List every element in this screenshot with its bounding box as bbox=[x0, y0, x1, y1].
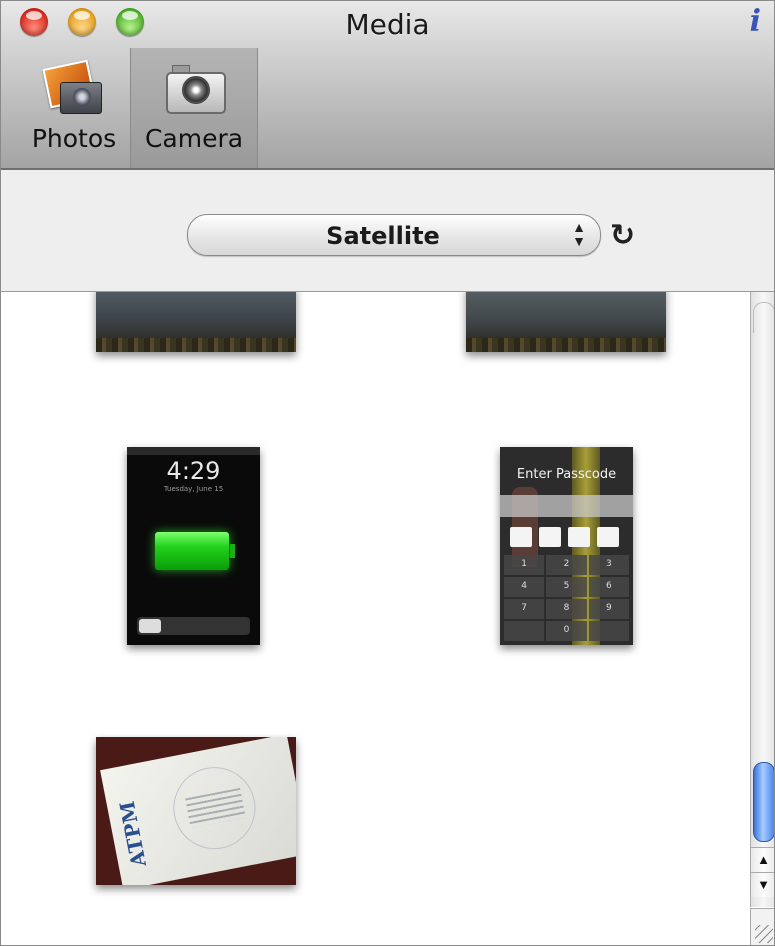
source-popup[interactable]: Satellite ▲ ▼ bbox=[187, 214, 601, 256]
camera-icon bbox=[162, 62, 226, 114]
keypad-key: 2 bbox=[546, 555, 587, 575]
updown-icon: ▲ ▼ bbox=[572, 219, 586, 249]
keypad-key: 9 bbox=[588, 599, 629, 619]
media-grid: 4:29 Tuesday, June 15 Enter Passcode 1 2… bbox=[6, 292, 750, 942]
media-window: Media i Photos Camera Satellite ▲ ▼ ↻ 4:… bbox=[0, 0, 775, 946]
refresh-icon[interactable]: ↻ bbox=[610, 218, 635, 253]
scroll-down-arrow-icon[interactable]: ▼ bbox=[751, 872, 775, 897]
keypad-key: 4 bbox=[504, 577, 545, 597]
thumbnail-business-card[interactable]: ATPM bbox=[96, 737, 296, 885]
source-filter-bar: Satellite ▲ ▼ ↻ bbox=[0, 170, 775, 292]
slide-to-unlock bbox=[137, 617, 250, 635]
source-popup-value: Satellite bbox=[326, 222, 440, 250]
title-toolbar: Media i Photos Camera bbox=[0, 0, 775, 170]
keypad-key bbox=[588, 621, 629, 641]
passcode-title: Enter Passcode bbox=[516, 467, 617, 482]
lock-screen-time: 4:29 bbox=[166, 457, 221, 485]
battery-icon bbox=[155, 532, 235, 570]
keypad-key: 0 bbox=[546, 621, 587, 641]
keypad-key: 7 bbox=[504, 599, 545, 619]
lock-screen-date: Tuesday, June 15 bbox=[163, 485, 224, 493]
keypad-key: 6 bbox=[588, 577, 629, 597]
keypad-key bbox=[504, 621, 545, 641]
window-title: Media bbox=[345, 8, 430, 41]
keypad-key: 3 bbox=[588, 555, 629, 575]
scroll-thumb[interactable] bbox=[753, 762, 775, 842]
thumbnail-landscape-1[interactable] bbox=[96, 292, 296, 352]
resize-grip-icon[interactable] bbox=[750, 908, 775, 946]
thumbnail-lock-screen[interactable]: 4:29 Tuesday, June 15 bbox=[127, 447, 260, 645]
toolbar-camera-button[interactable]: Camera bbox=[130, 48, 258, 168]
toolbar-camera-label: Camera bbox=[144, 124, 244, 153]
toolbar-photos-button[interactable]: Photos bbox=[22, 48, 126, 168]
keypad-key: 5 bbox=[546, 577, 587, 597]
photos-icon bbox=[42, 59, 106, 114]
keypad-key: 1 bbox=[504, 555, 545, 575]
info-icon[interactable]: i bbox=[750, 4, 761, 39]
keypad-key: 8 bbox=[546, 599, 587, 619]
toolbar-photos-label: Photos bbox=[31, 124, 117, 153]
passcode-keypad: 1 2 3 4 5 6 7 8 9 0 bbox=[504, 555, 629, 641]
thumbnail-landscape-2[interactable] bbox=[466, 292, 666, 352]
scroll-up-arrow-icon[interactable]: ▲ bbox=[751, 847, 775, 872]
thumbnail-passcode-screen[interactable]: Enter Passcode 1 2 3 4 5 6 7 8 9 0 bbox=[500, 447, 633, 645]
vertical-scrollbar[interactable]: ▲ ▼ bbox=[750, 292, 775, 907]
card-logo: ATPM bbox=[114, 799, 151, 869]
